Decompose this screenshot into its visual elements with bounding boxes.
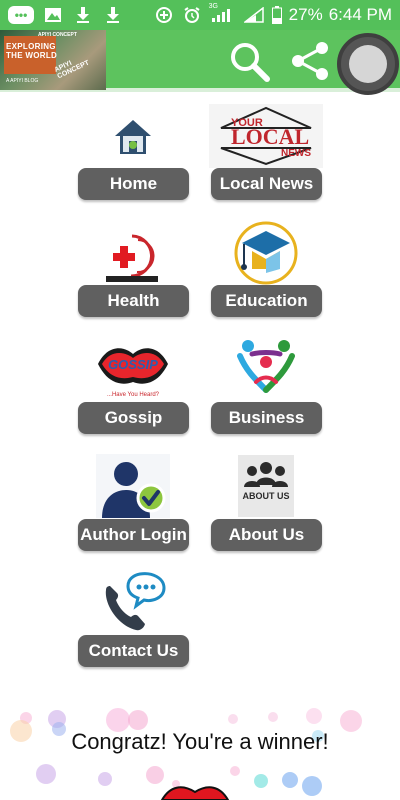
share-button[interactable] xyxy=(288,40,334,82)
author-check-icon[interactable] xyxy=(96,454,170,518)
search-button[interactable] xyxy=(226,40,272,82)
battery-percent: 27% xyxy=(288,5,323,24)
confetti-bubble xyxy=(268,712,278,722)
local-news-logo-bot: NEWS xyxy=(281,148,311,159)
chat-notification-icon: ••• xyxy=(8,6,34,24)
logo-brand-top: APIYI CONCEPT xyxy=(38,32,77,38)
home-icon[interactable] xyxy=(112,116,154,158)
business-button[interactable]: Business xyxy=(211,402,322,434)
image-notification-icon xyxy=(42,5,64,25)
app-logo[interactable]: APIYI CONCEPT EXPLORING THE WORLD A APIY… xyxy=(0,30,106,90)
gossip-button[interactable]: Gossip xyxy=(78,402,189,434)
signal-bars-icon xyxy=(243,5,265,25)
contact-us-button[interactable]: Contact Us xyxy=(78,635,189,667)
confetti-bubble xyxy=(230,766,240,776)
battery-icon xyxy=(271,5,283,25)
home-button[interactable]: Home xyxy=(78,168,189,200)
data-saver-icon xyxy=(153,5,175,25)
floating-button-inner xyxy=(349,45,387,83)
health-cross-icon[interactable] xyxy=(104,230,160,284)
confetti-bubble xyxy=(146,766,164,784)
status-bar: ••• 3G 27% 6:44 PM xyxy=(0,0,400,30)
confetti-bubble xyxy=(302,776,322,796)
confetti-bubble xyxy=(282,772,298,788)
clock: 6:44 PM xyxy=(328,5,392,24)
alarm-icon xyxy=(181,5,203,25)
floating-assistive-button[interactable] xyxy=(337,33,399,95)
search-icon xyxy=(231,43,270,82)
logo-tagline: A APIYI BLOG xyxy=(6,78,39,84)
confetti-bubble xyxy=(254,774,268,788)
logo-title: EXPLORING THE WORLD xyxy=(6,42,57,60)
contact-phone-icon[interactable] xyxy=(100,570,166,634)
education-button[interactable]: Education xyxy=(211,285,322,317)
business-people-icon[interactable] xyxy=(236,336,296,398)
about-us-icon[interactable]: ABOUT US xyxy=(238,455,294,517)
graduation-cap-icon[interactable] xyxy=(230,221,302,285)
screen: ••• 3G 27% 6:44 PM APIYI CONCEPT EXPLORI… xyxy=(0,0,400,800)
gossip-logo-subtext: ...Have You Heard? xyxy=(107,392,160,398)
confetti-bubble xyxy=(98,772,112,786)
local-news-logo[interactable]: YOUR LOCAL NEWS xyxy=(209,104,323,168)
local-news-button[interactable]: Local News xyxy=(211,168,322,200)
confetti-bubble xyxy=(128,710,148,730)
download-notification-icon xyxy=(72,5,94,25)
share-icon xyxy=(292,42,328,80)
author-login-button[interactable]: Author Login xyxy=(78,519,189,551)
confetti-bubble xyxy=(36,764,56,784)
network-type: 3G xyxy=(208,3,218,10)
gossip-lips-logo[interactable]: GOSSIP ...Have You Heard? xyxy=(94,338,172,400)
about-us-button[interactable]: About Us xyxy=(211,519,322,551)
logo-title-line2: THE WORLD xyxy=(6,51,58,60)
confetti-bubble xyxy=(228,714,238,724)
health-button[interactable]: Health xyxy=(78,285,189,317)
about-us-logo-text: ABOUT US xyxy=(243,491,290,501)
download-notification-icon xyxy=(102,5,124,25)
confetti-bubble xyxy=(306,708,322,724)
winner-message[interactable]: Congratz! You're a winner! xyxy=(0,729,400,755)
local-news-logo-mid: LOCAL xyxy=(231,124,309,149)
logo-brand: APIYI CONCEPT xyxy=(53,59,91,81)
gossip-logo-text: GOSSIP xyxy=(108,357,158,372)
signal-3g-icon: 3G xyxy=(208,3,237,25)
lips-graphic-icon xyxy=(160,786,230,800)
logo-title-line1: EXPLORING xyxy=(6,42,56,51)
